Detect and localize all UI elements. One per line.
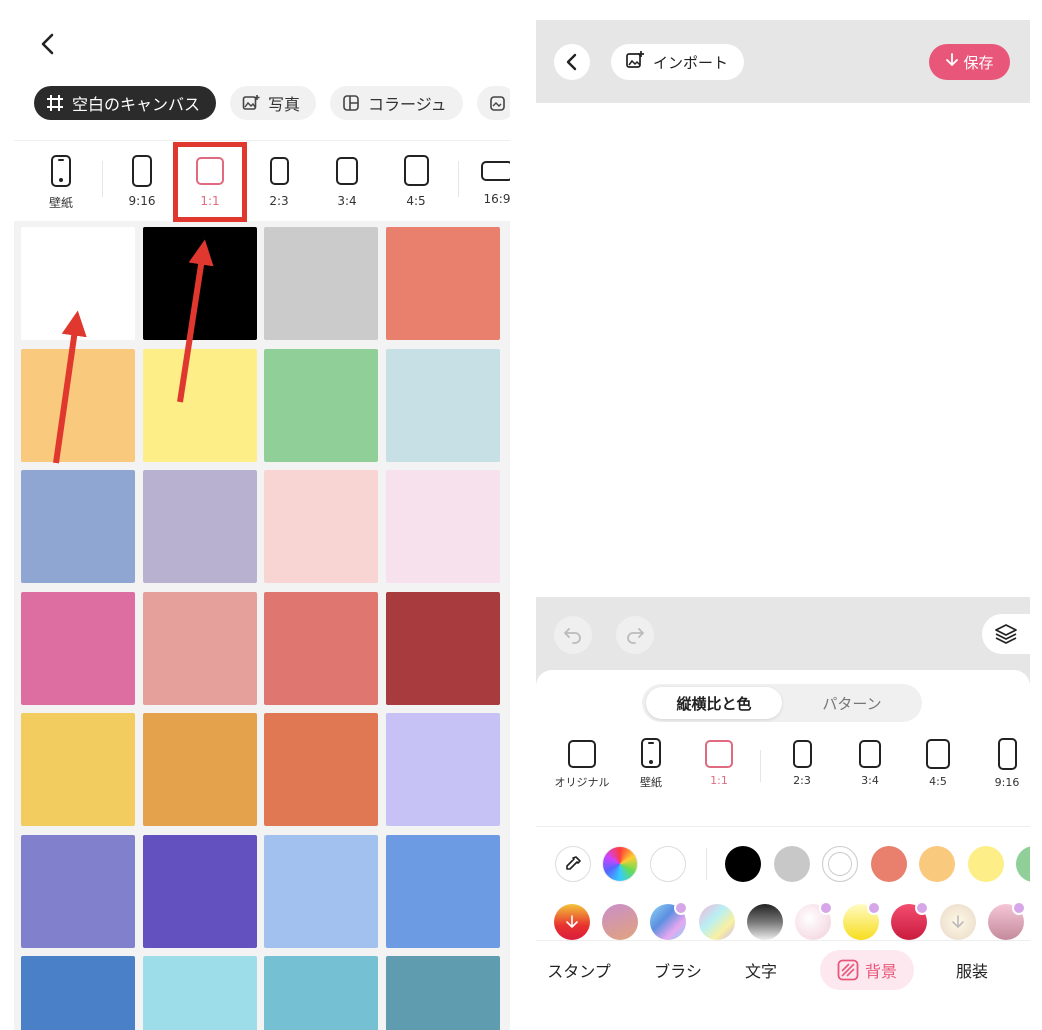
ratio-4-5-icon: [926, 739, 950, 769]
save-button[interactable]: 保存: [929, 44, 1010, 80]
color-dot[interactable]: [822, 846, 858, 882]
gradient-color-dot[interactable]: [987, 901, 1026, 940]
layers-button[interactable]: [982, 614, 1030, 654]
ratio-4-5[interactable]: 4:5: [908, 739, 968, 788]
custom-color-button[interactable]: [650, 846, 686, 882]
background-icon: [837, 959, 859, 981]
nav-background-label: 背景: [864, 962, 897, 981]
back-button[interactable]: [554, 44, 590, 80]
ratio-9-16[interactable]: 9:16: [977, 738, 1030, 789]
redo-button[interactable]: [616, 616, 654, 654]
download-icon: [951, 915, 964, 928]
ratio-label: 2:3: [793, 774, 811, 787]
ratio-label: 9:16: [994, 776, 1020, 789]
divider: [760, 750, 761, 782]
eyedropper-icon: [566, 856, 581, 870]
ratio-3-4[interactable]: 3:4: [840, 740, 900, 787]
ratio-label: 4:5: [929, 775, 947, 788]
redo-icon: [627, 628, 644, 644]
arrow-to-ratio-1-1: [177, 239, 214, 403]
undo-icon: [564, 628, 581, 644]
color-dot[interactable]: [919, 846, 955, 882]
left-screen: 空白のキャンバス 写真 コラージュ 壁紙 9:16 1:1 2:3 3:4 4:…: [0, 0, 510, 1030]
ratio-label: 3:4: [861, 774, 879, 787]
color-dot[interactable]: [773, 846, 810, 882]
ratio-2-3[interactable]: 2:3: [772, 740, 832, 787]
nav-background[interactable]: 背景: [820, 950, 914, 990]
ratio-wallpaper[interactable]: 壁紙: [621, 738, 681, 790]
ratio-original-icon: [568, 740, 596, 768]
ratio-3-4-icon: [859, 740, 881, 768]
color-dot[interactable]: [870, 846, 907, 882]
color-dot[interactable]: [1016, 846, 1030, 882]
segment-pattern[interactable]: パターン: [786, 687, 918, 719]
phone-icon: [641, 738, 661, 768]
nav-sticker[interactable]: スタンプ: [546, 950, 612, 990]
gradient-color-dot[interactable]: [650, 901, 689, 940]
segment-control: 縦横比と色 パターン: [642, 684, 922, 722]
import-button[interactable]: インポート: [611, 44, 745, 80]
undo-button[interactable]: [554, 616, 592, 654]
download-icon: [945, 53, 959, 71]
download-icon: [566, 915, 578, 928]
nav-outfit[interactable]: 服装: [954, 950, 990, 990]
save-label: 保存: [963, 53, 994, 72]
ratio-original[interactable]: オリジナル: [552, 740, 612, 790]
editor-header: インポート 保存: [536, 20, 1030, 103]
gradient-color-dot[interactable]: [602, 904, 639, 940]
nav-brush[interactable]: ブラシ: [652, 950, 704, 990]
chevron-left-icon: [566, 53, 577, 71]
right-screen: インポート 保存 縦横比と色 パターン オリジナル 壁紙 1:1 2:3 3:4…: [536, 20, 1030, 1030]
color-dot[interactable]: [725, 846, 761, 882]
ratio-2-3-icon: [792, 740, 812, 768]
gradient-color-dot[interactable]: [843, 901, 882, 940]
ratio-1-1[interactable]: 1:1: [689, 740, 749, 787]
segment-ratio-color[interactable]: 縦横比と色: [646, 687, 782, 719]
bottom-nav: スタンプ ブラシ 文字 背景 服装: [536, 940, 1030, 1000]
ratio-1-1-icon: [705, 740, 733, 768]
divider: [536, 826, 1030, 827]
gradient-color-dot[interactable]: [746, 904, 783, 940]
ratio-label: 1:1: [710, 774, 728, 787]
ratio-label: 壁紙: [640, 776, 662, 789]
gradient-color-dot[interactable]: [891, 901, 930, 940]
annotation-arrows: [53, 239, 214, 464]
gradient-color-dot[interactable]: [795, 901, 833, 940]
ratio-9-16-icon: [997, 738, 1017, 770]
import-label: インポート: [653, 53, 729, 72]
divider: [706, 848, 707, 880]
color-dot[interactable]: [967, 846, 1004, 882]
layers-icon: [995, 624, 1017, 644]
gradient-color-dot[interactable]: [939, 904, 976, 940]
image-plus-icon: [625, 50, 645, 74]
gradient-color-dot[interactable]: [698, 904, 735, 940]
ratio-label: オリジナル: [554, 776, 610, 789]
color-wheel-button[interactable]: [602, 846, 638, 882]
arrow-to-white-swatch: [53, 310, 87, 464]
eyedropper-button[interactable]: [555, 846, 591, 882]
nav-text[interactable]: 文字: [742, 950, 780, 990]
blank-canvas[interactable]: [536, 103, 1030, 597]
gradient-color-dot[interactable]: [554, 904, 590, 940]
background-sheet: 縦横比と色 パターン オリジナル 壁紙 1:1 2:3 3:4 4:5 9:16…: [536, 670, 1030, 1030]
